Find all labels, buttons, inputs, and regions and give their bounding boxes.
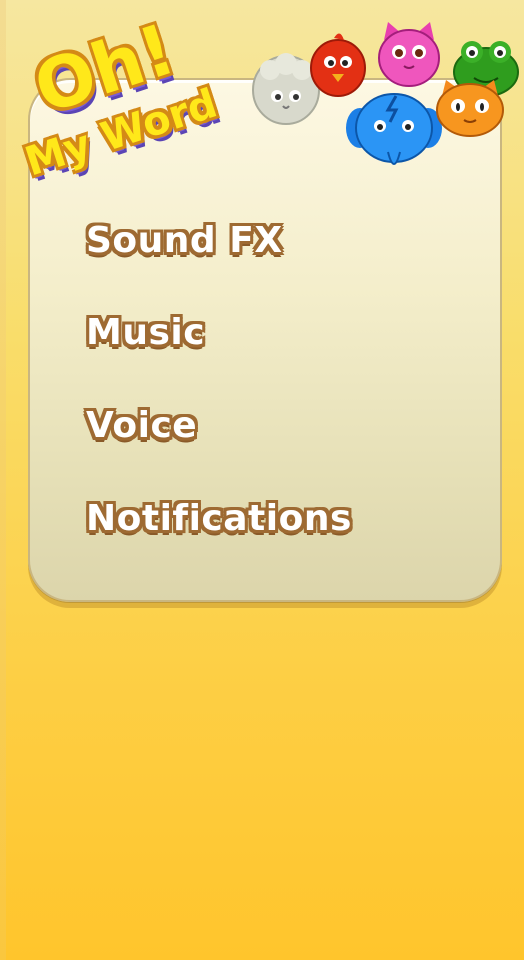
mascot-group — [248, 14, 524, 184]
sound-fx-option[interactable]: Sound FX — [86, 220, 283, 261]
orange-cat-icon — [436, 80, 504, 137]
left-edge-strip — [0, 0, 6, 960]
notifications-option[interactable]: Notifications — [86, 498, 352, 539]
pink-cat-icon — [378, 22, 440, 87]
game-logo: Oh! My Word — [12, 8, 232, 192]
blue-elephant-icon — [346, 93, 442, 165]
music-option[interactable]: Music — [86, 312, 205, 353]
voice-option[interactable]: Voice — [86, 405, 197, 446]
